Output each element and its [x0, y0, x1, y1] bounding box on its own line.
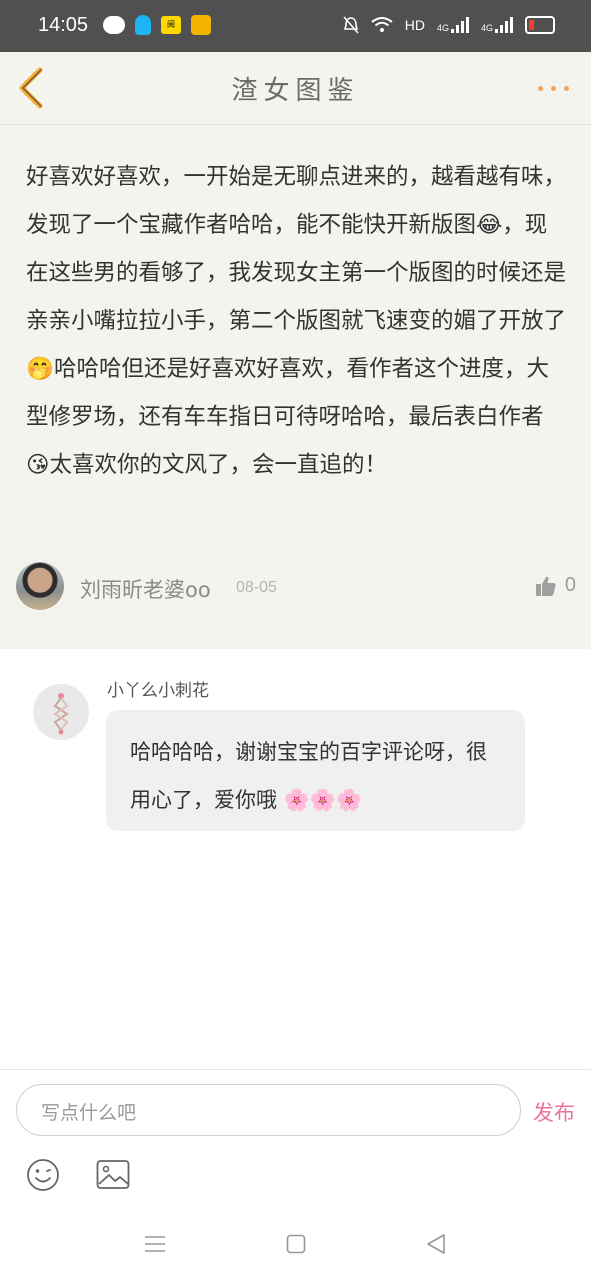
- qq-icon: [135, 15, 151, 35]
- wifi-icon: [371, 17, 393, 32]
- thumbs-up-icon: [535, 576, 556, 596]
- comment-input[interactable]: 写点什么吧: [16, 1084, 521, 1136]
- avatar-image: [33, 684, 89, 740]
- like-count: 0: [564, 574, 576, 596]
- emoji-button[interactable]: [26, 1158, 60, 1192]
- system-nav-bar: [0, 1230, 591, 1260]
- status-time: 14:05: [38, 14, 89, 36]
- more-button[interactable]: [538, 86, 569, 91]
- comment-author-name[interactable]: 刘雨昕老婆oo: [80, 574, 211, 604]
- signal-2: 4G: [481, 17, 513, 33]
- wechat-icon: [103, 16, 125, 34]
- image-icon: [96, 1160, 130, 1189]
- signal-1: 4G: [437, 17, 469, 33]
- like-button[interactable]: 0: [535, 574, 576, 597]
- reply-bubble: 哈哈哈哈，谢谢宝宝的百字评论呀，很用心了，爱你哦 🌸🌸🌸: [106, 710, 525, 831]
- read-app-icon: 阅: [161, 16, 181, 34]
- page-title: 渣女图鉴: [231, 76, 360, 106]
- comment-author-row: 刘雨昕老婆oo 08-05 0: [16, 562, 576, 612]
- back-triangle-icon[interactable]: [425, 1233, 447, 1255]
- publish-button[interactable]: 发布: [533, 1097, 575, 1127]
- reply-author-name[interactable]: 小丫么小刺花: [107, 676, 209, 701]
- system-icons: HD 4G 4G: [343, 16, 555, 34]
- avatar[interactable]: [16, 562, 64, 610]
- menu-icon[interactable]: [144, 1234, 166, 1254]
- image-button[interactable]: [96, 1159, 130, 1191]
- notification-icons: 阅: [103, 15, 211, 35]
- more-dots-icon: [538, 86, 543, 91]
- home-square-icon[interactable]: [286, 1234, 306, 1254]
- smiley-icon: [27, 1159, 59, 1191]
- network-type: HD: [404, 17, 425, 33]
- mute-bell-icon: [343, 16, 359, 34]
- status-bar: 14:05 阅 HD 4G 4G: [0, 0, 591, 52]
- header: 渣女图鉴: [0, 52, 591, 125]
- app-icon: [191, 15, 211, 35]
- comment-date: 08-05: [236, 579, 277, 596]
- main-comment: 好喜欢好喜欢，一开始是无聊点进来的，越看越有味，发现了一个宝藏作者哈哈，能不能快…: [0, 125, 591, 649]
- battery-icon: [525, 16, 555, 34]
- avatar[interactable]: [33, 684, 89, 740]
- comment-text: 好喜欢好喜欢，一开始是无聊点进来的，越看越有味，发现了一个宝藏作者哈哈，能不能快…: [26, 164, 567, 478]
